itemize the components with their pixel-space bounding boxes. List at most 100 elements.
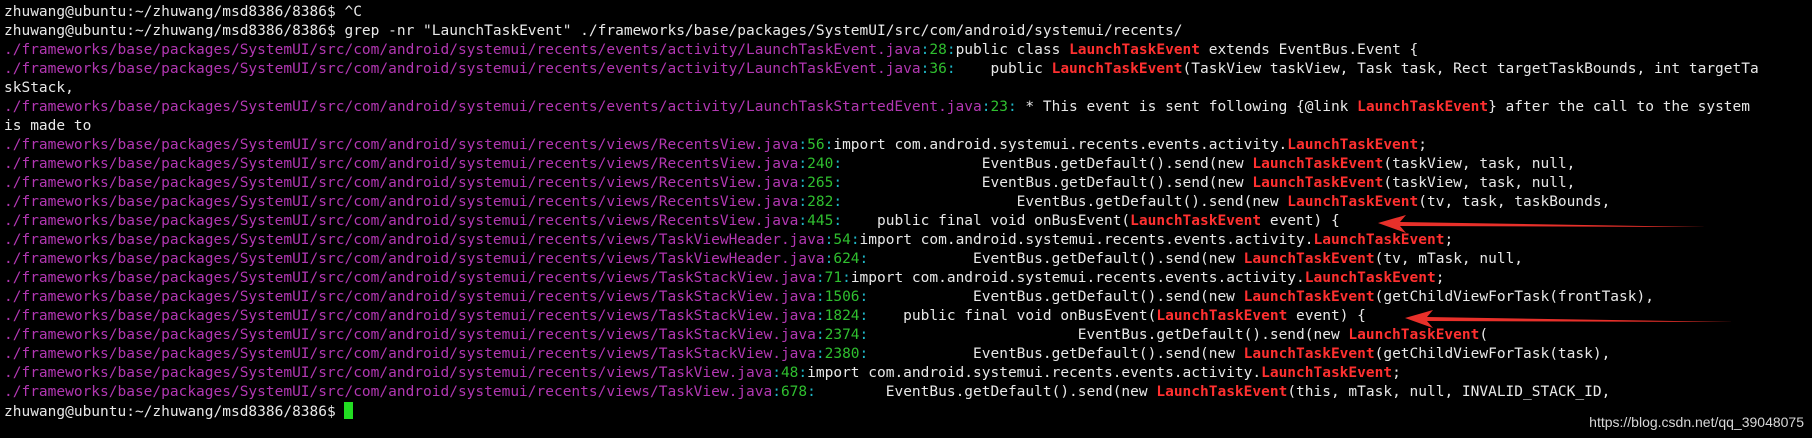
result-text: (taskView, task, null, — [1383, 175, 1576, 191]
result-text: EventBus.getDefault().send(new — [868, 289, 1244, 305]
result-path: ./frameworks/base/packages/SystemUI/src/… — [4, 156, 799, 172]
result-text: (getChildViewForTask(frontTask), — [1374, 289, 1654, 305]
result-text: EventBus.getDefault().send(new — [868, 327, 1349, 343]
result-text: * This event is sent following {@link — [1016, 99, 1358, 115]
result-path: ./frameworks/base/packages/SystemUI/src/… — [4, 99, 982, 115]
result-match: LaunchTaskEvent — [1243, 346, 1375, 362]
prompt-line: zhuwang@ubuntu:~/zhuwang/msd8386/8386$ g… — [4, 22, 1812, 41]
result-text: import com.android.systemui.recents.even… — [859, 232, 1314, 248]
result-path: ./frameworks/base/packages/SystemUI/src/… — [4, 251, 825, 267]
result-path: ./frameworks/base/packages/SystemUI/src/… — [4, 42, 921, 58]
result-match: LaunchTaskEvent — [1130, 213, 1262, 229]
result-match: LaunchTaskEvent — [1304, 270, 1436, 286]
result-text: (getChildViewForTask(task), — [1374, 346, 1611, 362]
result-match: LaunchTaskEvent — [1243, 251, 1375, 267]
result-path: ./frameworks/base/packages/SystemUI/src/… — [4, 232, 825, 248]
result-line-number: 56 — [807, 137, 825, 153]
grep-result-line: ./frameworks/base/packages/SystemUI/src/… — [4, 270, 1445, 286]
result-match: LaunchTaskEvent — [1156, 308, 1288, 324]
result-text: public — [955, 61, 1052, 77]
grep-result-line: ./frameworks/base/packages/SystemUI/src/… — [4, 42, 1419, 58]
result-match: LaunchTaskEvent — [1069, 42, 1201, 58]
grep-result-line: ./frameworks/base/packages/SystemUI/src/… — [4, 289, 1654, 305]
result-text: EventBus.getDefault().send(new — [842, 194, 1288, 210]
result-text: ; — [1392, 365, 1401, 381]
result-match: LaunchTaskEvent — [1261, 365, 1393, 381]
shell-prompt: zhuwang@ubuntu:~/zhuwang/msd8386/8386$ — [4, 404, 345, 420]
grep-result-line: ./frameworks/base/packages/SystemUI/src/… — [4, 156, 1576, 172]
result-line-number: 48 — [780, 365, 799, 381]
result-path: ./frameworks/base/packages/SystemUI/src/… — [4, 384, 773, 400]
result-line-number: 71 — [824, 270, 843, 286]
result-match: LaunchTaskEvent — [1348, 327, 1480, 343]
result-text: ( — [1479, 327, 1489, 343]
result-text: } after the call to the system — [1488, 99, 1750, 115]
result-match: LaunchTaskEvent — [1287, 137, 1419, 153]
result-match: LaunchTaskEvent — [1051, 61, 1183, 77]
grep-result-line: ./frameworks/base/packages/SystemUI/src/… — [4, 194, 1611, 210]
result-line-number: 2380 — [824, 346, 860, 362]
result-text: import com.android.systemui.recents.even… — [850, 270, 1305, 286]
result-text: public final void onBusEvent( — [842, 213, 1131, 229]
grep-result-line: ./frameworks/base/packages/SystemUI/src/… — [4, 61, 1759, 77]
shell-prompt: zhuwang@ubuntu:~/zhuwang/msd8386/8386$ — [4, 4, 345, 20]
result-text: EventBus.getDefault().send(new — [842, 175, 1253, 191]
grep-result-line: ./frameworks/base/packages/SystemUI/src/… — [4, 99, 1750, 115]
result-text: event) { — [1261, 213, 1340, 229]
result-text: extends EventBus.Event { — [1200, 42, 1419, 58]
wrapped-line: skStack, — [4, 80, 74, 96]
result-path: ./frameworks/base/packages/SystemUI/src/… — [4, 194, 799, 210]
result-line-number: 28 — [929, 42, 947, 58]
result-line-number: 1824 — [824, 308, 860, 324]
result-match: LaunchTaskEvent — [1243, 289, 1375, 305]
result-path: ./frameworks/base/packages/SystemUI/src/… — [4, 175, 799, 191]
result-path: ./frameworks/base/packages/SystemUI/src/… — [4, 289, 816, 305]
result-line-number: 36 — [929, 61, 947, 77]
grep-result-line: ./frameworks/base/packages/SystemUI/src/… — [4, 213, 1340, 229]
result-line-number: 678 — [780, 384, 808, 400]
shell-prompt: zhuwang@ubuntu:~/zhuwang/msd8386/8386$ — [4, 23, 345, 39]
result-text: (this, mTask, null, INVALID_STACK_ID, — [1287, 384, 1611, 400]
result-line-number: 445 — [807, 213, 834, 229]
result-text: public final void onBusEvent( — [868, 308, 1157, 324]
result-text: import com.android.systemui.recents.even… — [807, 365, 1262, 381]
result-path: ./frameworks/base/packages/SystemUI/src/… — [4, 327, 816, 343]
result-match: LaunchTaskEvent — [1313, 232, 1445, 248]
result-line-number: 2374 — [824, 327, 860, 343]
result-path: ./frameworks/base/packages/SystemUI/src/… — [4, 61, 921, 77]
grep-result-line: ./frameworks/base/packages/SystemUI/src/… — [4, 175, 1576, 191]
result-text: EventBus.getDefault().send(new — [868, 346, 1244, 362]
result-text: public class — [955, 42, 1070, 58]
result-text: (tv, task, taskBounds, — [1418, 194, 1611, 210]
grep-result-line: ./frameworks/base/packages/SystemUI/src/… — [4, 137, 1427, 153]
prompt-line: zhuwang@ubuntu:~/zhuwang/msd8386/8386$ — [4, 402, 1812, 421]
result-text: ; — [1418, 137, 1427, 153]
grep-result-line: ./frameworks/base/packages/SystemUI/src/… — [4, 327, 1489, 343]
result-text: (TaskView taskView, Task task, Rect targ… — [1182, 61, 1759, 77]
result-line-number: 265 — [807, 175, 834, 191]
result-match: LaunchTaskEvent — [1252, 175, 1384, 191]
result-text: (taskView, task, null, — [1383, 156, 1576, 172]
prompt-line: zhuwang@ubuntu:~/zhuwang/msd8386/8386$ ^… — [4, 3, 1812, 22]
result-text: ; — [1444, 232, 1454, 248]
result-match: LaunchTaskEvent — [1156, 384, 1288, 400]
result-match: LaunchTaskEvent — [1287, 194, 1419, 210]
result-line-number: 23 — [990, 99, 1008, 115]
result-text: ; — [1435, 270, 1445, 286]
result-line-number: 240 — [807, 156, 834, 172]
command-text: grep -nr "LaunchTaskEvent" ./frameworks/… — [344, 23, 1183, 39]
result-line-number: 1506 — [824, 289, 860, 305]
grep-result-line: ./frameworks/base/packages/SystemUI/src/… — [4, 384, 1611, 400]
wrapped-line: is made to — [4, 118, 92, 134]
result-path: ./frameworks/base/packages/SystemUI/src/… — [4, 365, 773, 381]
terminal-cursor[interactable] — [344, 402, 354, 419]
result-text: import com.android.systemui.recents.even… — [833, 137, 1288, 153]
terminal-window[interactable]: zhuwang@ubuntu:~/zhuwang/msd8386/8386$ ^… — [4, 3, 1812, 437]
result-path: ./frameworks/base/packages/SystemUI/src/… — [4, 213, 799, 229]
result-text: EventBus.getDefault().send(new — [842, 156, 1253, 172]
grep-result-line: ./frameworks/base/packages/SystemUI/src/… — [4, 251, 1524, 267]
result-match: LaunchTaskEvent — [1357, 99, 1489, 115]
grep-result-line: ./frameworks/base/packages/SystemUI/src/… — [4, 346, 1611, 362]
grep-result-line: ./frameworks/base/packages/SystemUI/src/… — [4, 232, 1454, 248]
result-match: LaunchTaskEvent — [1252, 156, 1384, 172]
